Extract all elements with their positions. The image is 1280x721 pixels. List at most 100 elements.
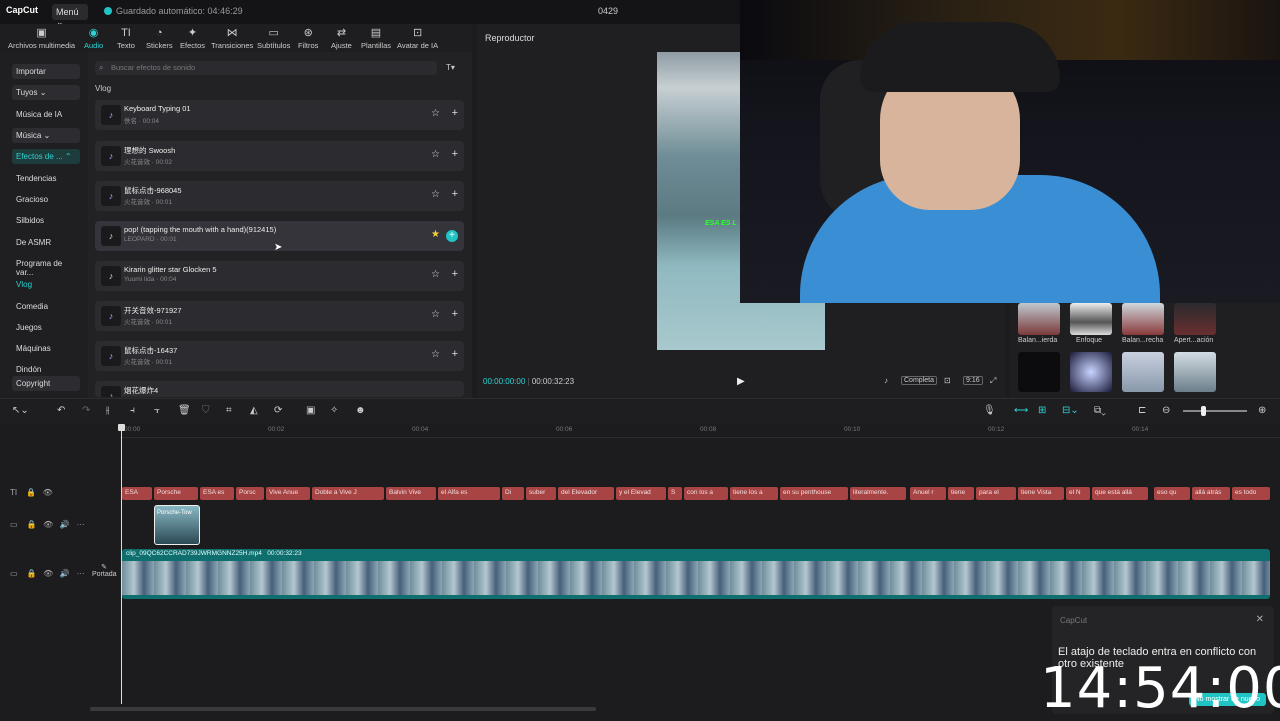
close-icon[interactable]: ✕ bbox=[1256, 614, 1264, 625]
caption-icon[interactable]: ⊏ bbox=[1138, 405, 1146, 416]
sidebar-item-yours[interactable]: Tuyos ⌄ bbox=[12, 85, 80, 100]
magic-icon[interactable]: ✧ bbox=[330, 405, 338, 416]
star-icon[interactable]: ☆ bbox=[431, 309, 440, 320]
sidebar-item-import[interactable]: Importar bbox=[12, 64, 80, 79]
split-view-icon[interactable]: ⧉⌄ bbox=[1094, 405, 1106, 416]
rotate-icon[interactable]: ⟳ bbox=[274, 405, 282, 416]
add-icon[interactable]: + bbox=[446, 230, 458, 242]
playhead[interactable] bbox=[118, 424, 125, 704]
text-clip[interactable]: y el Elevad bbox=[616, 487, 666, 500]
text-clip[interactable]: tiene Vista bbox=[1018, 487, 1064, 500]
tab-media[interactable]: ▣ Archivos multimedia bbox=[8, 28, 75, 51]
play-button[interactable]: ▶ bbox=[737, 376, 745, 387]
tab-captions[interactable]: ▭ Subtítulos bbox=[257, 28, 290, 51]
text-clip[interactable]: el N bbox=[1066, 487, 1090, 500]
text-clip[interactable]: Anuel r bbox=[910, 487, 946, 500]
sidebar-item-copyright[interactable]: Copyright bbox=[12, 376, 80, 391]
text-clip[interactable]: S bbox=[668, 487, 682, 500]
text-clip[interactable]: para el bbox=[976, 487, 1016, 500]
lock-icon[interactable]: 🔒 bbox=[26, 488, 36, 497]
main-video-clip[interactable]: clip_09QC62CCRAD739JWRMGNNZ25H.mp4 00:00… bbox=[122, 549, 1270, 599]
text-clip[interactable]: ESA bbox=[122, 487, 152, 500]
eye-icon[interactable]: 👁 bbox=[43, 488, 53, 497]
overlay-clip[interactable]: Porsche-Tow bbox=[154, 505, 200, 545]
sidebar-item-asmr[interactable]: De ASMR bbox=[12, 235, 80, 250]
star-icon[interactable]: ☆ bbox=[431, 189, 440, 200]
redo-icon[interactable]: ↷ bbox=[82, 405, 90, 416]
star-icon[interactable]: ☆ bbox=[431, 108, 440, 119]
effect-thumb[interactable] bbox=[1070, 352, 1112, 392]
trim-right-icon[interactable]: ⫟ bbox=[154, 405, 160, 416]
effect-thumb[interactable] bbox=[1174, 352, 1216, 392]
speaker-icon[interactable]: 🔊 bbox=[60, 569, 70, 578]
add-icon[interactable]: + bbox=[452, 348, 458, 360]
select-tool-icon[interactable]: ↖⌄ bbox=[12, 405, 29, 416]
add-icon[interactable]: + bbox=[452, 268, 458, 280]
text-clip[interactable]: Balvin Vive bbox=[386, 487, 436, 500]
list-item[interactable]: ♪ 鼠标点击-16437 火花音效 · 00:01 ☆ + bbox=[95, 341, 464, 371]
tab-templates[interactable]: ▤ Plantillas bbox=[361, 28, 391, 51]
sidebar-item-ding[interactable]: Dindón bbox=[12, 362, 80, 372]
text-clip[interactable]: con los a bbox=[684, 487, 728, 500]
microphone-icon[interactable]: 🎙 bbox=[983, 405, 996, 416]
effect-thumb[interactable] bbox=[1174, 303, 1216, 335]
star-icon[interactable]: ☆ bbox=[431, 149, 440, 160]
effect-thumb[interactable] bbox=[1018, 352, 1060, 392]
text-clip[interactable]: Vive Anue bbox=[266, 487, 310, 500]
text-clip[interactable]: en su penthouse bbox=[780, 487, 848, 500]
text-clip[interactable]: literalmente. bbox=[850, 487, 906, 500]
aspect-ratio-button[interactable]: 9:16 bbox=[963, 376, 983, 385]
ai-tool-icon[interactable]: ▣ bbox=[306, 405, 315, 416]
zoom-out-icon[interactable]: ⊖ bbox=[1162, 405, 1170, 416]
text-clip[interactable]: tiene bbox=[948, 487, 974, 500]
tab-ai-avatar[interactable]: ⊡ Avatar de IA bbox=[397, 28, 438, 51]
effect-thumb[interactable] bbox=[1122, 352, 1164, 392]
filter-button[interactable]: T▾ bbox=[446, 63, 455, 72]
text-clip[interactable]: Porsche bbox=[154, 487, 198, 500]
effect-thumb[interactable] bbox=[1070, 303, 1112, 335]
mirror-icon[interactable]: ◭ bbox=[250, 405, 258, 416]
timeline-scrollbar[interactable] bbox=[90, 707, 596, 711]
star-icon[interactable]: ☆ bbox=[431, 349, 440, 360]
sidebar-item-music[interactable]: Música ⌄ bbox=[12, 128, 80, 143]
menu-button[interactable]: Menú ⌄ bbox=[52, 4, 88, 27]
person-icon[interactable]: ☻ bbox=[355, 405, 366, 416]
eye-icon[interactable]: 👁 bbox=[43, 520, 53, 529]
ratio-full-button[interactable]: Completa bbox=[901, 376, 937, 385]
add-icon[interactable]: + bbox=[452, 188, 458, 200]
sidebar-item-whistles[interactable]: Silbidos bbox=[12, 213, 80, 228]
sidebar-item-ai-music[interactable]: Música de IA bbox=[12, 107, 80, 122]
sidebar-item-funny[interactable]: Gracioso bbox=[12, 192, 80, 207]
zoom-in-icon[interactable]: ⊕ bbox=[1258, 405, 1266, 416]
text-clip[interactable]: que está allá bbox=[1092, 487, 1148, 500]
list-item[interactable]: ♪ Kirarin glitter star Glocken 5 Yuumi Iid… bbox=[95, 261, 464, 291]
sidebar-item-machines[interactable]: Máquinas bbox=[12, 341, 80, 356]
snap-icon[interactable]: ⊞ bbox=[1038, 405, 1046, 416]
lock-icon[interactable]: 🔒 bbox=[26, 520, 36, 529]
lock-icon[interactable]: 🔒 bbox=[26, 569, 36, 578]
trim-left-icon[interactable]: ⫞ bbox=[130, 405, 135, 416]
star-icon[interactable]: ★ bbox=[431, 229, 440, 240]
text-clip[interactable]: tiene los a bbox=[730, 487, 778, 500]
add-icon[interactable]: + bbox=[452, 308, 458, 320]
tab-transitions[interactable]: ⋈ Transiciones bbox=[211, 28, 253, 51]
eye-icon[interactable]: 👁 bbox=[43, 569, 53, 578]
tab-text[interactable]: TI Texto bbox=[117, 28, 135, 51]
list-item[interactable]: ♪ 理想的 Swoosh 火花音效 · 00:02 ☆ + bbox=[95, 141, 464, 171]
list-item[interactable]: ♪ Keyboard Typing 01 佚名 · 00:04 ☆ + bbox=[95, 100, 464, 130]
speaker-icon[interactable]: 🔊 bbox=[60, 520, 70, 529]
text-clip[interactable]: ESA es bbox=[200, 487, 234, 500]
sidebar-item-comedy[interactable]: Comedia bbox=[12, 299, 80, 314]
search-input[interactable]: Buscar efectos de sonido bbox=[95, 61, 437, 75]
fullscreen-icon[interactable]: ⤢ bbox=[990, 376, 996, 386]
sidebar-item-vlog[interactable]: Vlog bbox=[12, 277, 80, 292]
zoom-slider[interactable] bbox=[1183, 410, 1247, 412]
crop-icon[interactable]: ⌗ bbox=[226, 405, 232, 416]
tab-effects[interactable]: ✦ Efectos bbox=[180, 28, 205, 51]
add-icon[interactable]: + bbox=[452, 148, 458, 160]
tiktok-icon[interactable]: ♪ bbox=[884, 376, 888, 385]
zoom-slider-handle[interactable] bbox=[1201, 406, 1206, 416]
sidebar-item-trending[interactable]: Tendencias bbox=[12, 171, 80, 186]
list-item[interactable]: ♪ 烟花爆炸4 bbox=[95, 381, 464, 397]
text-clip[interactable]: Doble a Vive J bbox=[312, 487, 384, 500]
